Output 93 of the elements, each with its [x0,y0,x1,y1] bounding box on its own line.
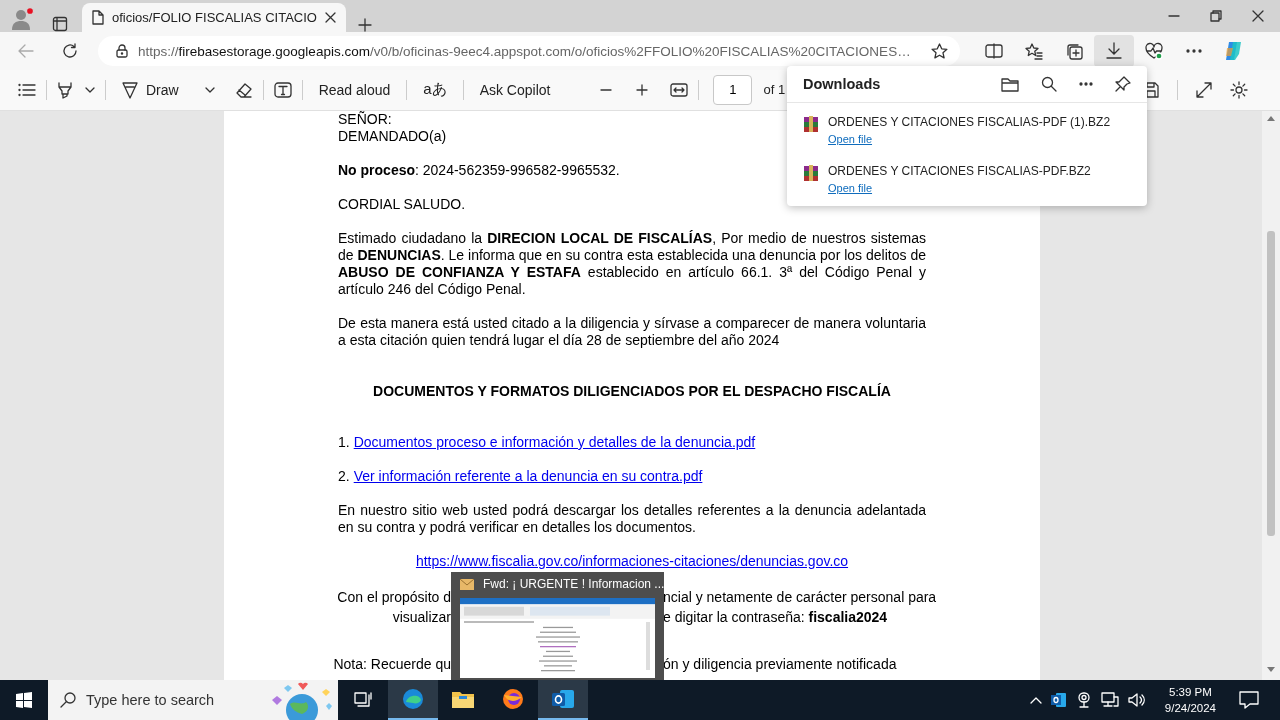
scroll-up-icon[interactable] [1267,116,1275,121]
download-icon [1106,42,1122,60]
taskbar-preview[interactable]: Fwd: ¡ URGENTE ! Informacion ... [451,572,664,680]
favorites-icon[interactable] [1025,42,1043,60]
scroll-down-icon[interactable] [1267,667,1275,672]
new-tab-icon[interactable] [357,18,372,32]
text-fragment: e digitar la contraseña: fiscalia2024 [663,608,889,627]
paragraph: CORDIAL SALUDO. [338,196,466,213]
paragraph: Estimado ciudadano la DIRECION LOCAL DE FISCALÍAS, Por medio de nuestros sistemas de DENUNCIAS. Le informa que en su contra esta establecida una denuncia por los delitos de ABUSO DE CONFIANZA Y ESTAFA establecido en artículo 66.1. 3ª del Código Penal y artículo 246 del Código Penal. [338,230,926,298]
website-link[interactable]: https://www.fiscalia.gov.co/informaciones-citaciones/denuncias.gov.co [415,553,849,569]
clock-date: 9/24/2024 [1164,701,1216,716]
zoom-out-icon[interactable] [600,88,613,91]
task-view-icon[interactable] [354,692,372,708]
document-link[interactable]: Ver información referente a la denuncia en su contra.pdf [353,468,703,485]
clock-time: 5:39 PM [1168,685,1213,700]
paragraph: En nuestro sitio web usted podrá descargar los detalles referentes a la denuncia adelantada en su contra y podrá verificar en detalles los documentos. [338,502,926,536]
windows-start-icon[interactable] [16,692,32,708]
tab-actions-icon[interactable] [52,16,68,32]
read-aloud-button[interactable]: Read aloud [312,74,397,105]
search-icon[interactable] [1041,76,1057,92]
mail-app-icon [551,687,575,711]
open-file-link[interactable]: Open file [828,133,873,145]
volume-icon[interactable] [1127,692,1146,708]
folder-icon[interactable] [1001,76,1019,92]
downloads-button[interactable] [1094,35,1134,67]
eraser-icon[interactable] [234,81,253,98]
settings-icon[interactable] [1230,80,1248,99]
document-link[interactable]: Documentos proceso e información y detalles de la denuncia.pdf [353,434,756,451]
paragraph: No proceso: 2024-562359-996582-9965532. [338,162,620,179]
text-line: SEÑOR: [338,111,392,128]
pin-icon[interactable] [1115,76,1131,92]
search-placeholder: Type here to search [86,692,216,708]
file-name: ORDENES Y CITACIONES FISCALIAS-PDF (1).BZ2 [828,115,1111,129]
collections-icon[interactable] [1065,42,1083,60]
notifications-icon[interactable] [1239,691,1259,709]
archive-icon [803,164,819,182]
page-number-field[interactable]: 1 [713,74,753,105]
translate-button[interactable]: aあ [417,74,453,105]
restore-icon[interactable] [1210,10,1222,22]
zoom-in-icon[interactable] [636,83,649,96]
browser-tab[interactable]: oficios/FOLIO FISCALIAS CITACIO [82,3,346,32]
split-screen-icon[interactable] [985,43,1003,59]
taskbar-app[interactable] [538,680,588,720]
open-file-link[interactable]: Open file [828,182,873,194]
mail-app-icon[interactable] [1050,692,1067,708]
list-number: 2. [338,468,350,485]
heart-pulse-icon[interactable] [1144,42,1164,60]
caret-icon[interactable] [204,86,215,93]
close-icon[interactable] [324,12,336,23]
search-icon [60,692,76,708]
text-fragment: ncial y netamente de carácter personal para [663,588,937,607]
draw-button[interactable]: Draw [116,74,221,105]
preview-title: Fwd: ¡ URGENTE ! Informacion ... [483,577,665,591]
mail-icon [460,578,474,590]
url-text: https://firebasestorage.googleapis.com/v0/b/oficinas-9eec4.appspot.com/o/oficios%2FFOLIO%20FISCALIAS%20CITACIONES… [138,43,912,59]
fullscreen-icon[interactable] [1196,81,1212,98]
fit-width-icon[interactable] [670,82,689,97]
network-icon[interactable] [1100,692,1119,708]
highlighter-icon[interactable] [57,80,73,99]
firefox-icon [501,687,525,711]
lock-icon [116,44,128,58]
panel-title: Downloads [803,76,882,92]
more-icon[interactable] [1186,49,1202,53]
scrollbar-thumb[interactable] [1267,231,1275,536]
webcam-icon[interactable] [1075,692,1092,708]
browser-icon [401,687,425,711]
refresh-icon[interactable] [62,43,78,59]
list-number: 1. [338,434,350,451]
section-heading: DOCUMENTOS Y FORMATOS DILIGENCIADOS POR EL DESPACHO FISCALÍA [372,383,892,400]
paragraph: De esta manera está usted citado a la diligencia y sírvase a comparecer de manera voluntaria a esta citación quien tendrá lugar el día 28 de septiembre del año 2024 [338,315,926,349]
text-fragment: ón y diligencia previamente notificada [663,655,898,674]
text-line: DEMANDADO(a) [338,128,447,145]
file-name: ORDENES Y CITACIONES FISCALIAS-PDF.BZ2 [828,164,1091,178]
text-fragment: visualizar [391,608,451,627]
ask-copilot-button[interactable]: Ask Copilot [473,74,557,105]
taskbar-app[interactable] [388,680,438,720]
search-field[interactable]: Type here to search [48,680,338,720]
favorite-star-icon[interactable] [931,42,948,60]
show-hidden-icons-icon[interactable] [1029,696,1042,704]
page-count: of 1 [763,82,786,97]
archive-icon [803,115,819,133]
close-icon[interactable] [1252,10,1264,22]
contents-list-icon[interactable] [18,82,36,97]
caret-icon[interactable] [85,86,95,93]
text-fragment: Con el propósito d [336,588,451,607]
more-icon[interactable] [1079,82,1093,86]
file-explorer-icon [451,689,475,709]
address-bar[interactable]: https://firebasestorage.googleapis.com/v0/b/oficinas-9eec4.appspot.com/o/oficios%2FFOLIO%20FISCALIAS%20CITACIONES… [98,36,960,66]
draw-icon [122,80,138,99]
text-box-icon[interactable] [273,81,292,98]
text-fragment: Nota: Recuerde qu [332,655,451,674]
profile-avatar-icon[interactable] [10,6,36,32]
page-icon [92,10,104,25]
